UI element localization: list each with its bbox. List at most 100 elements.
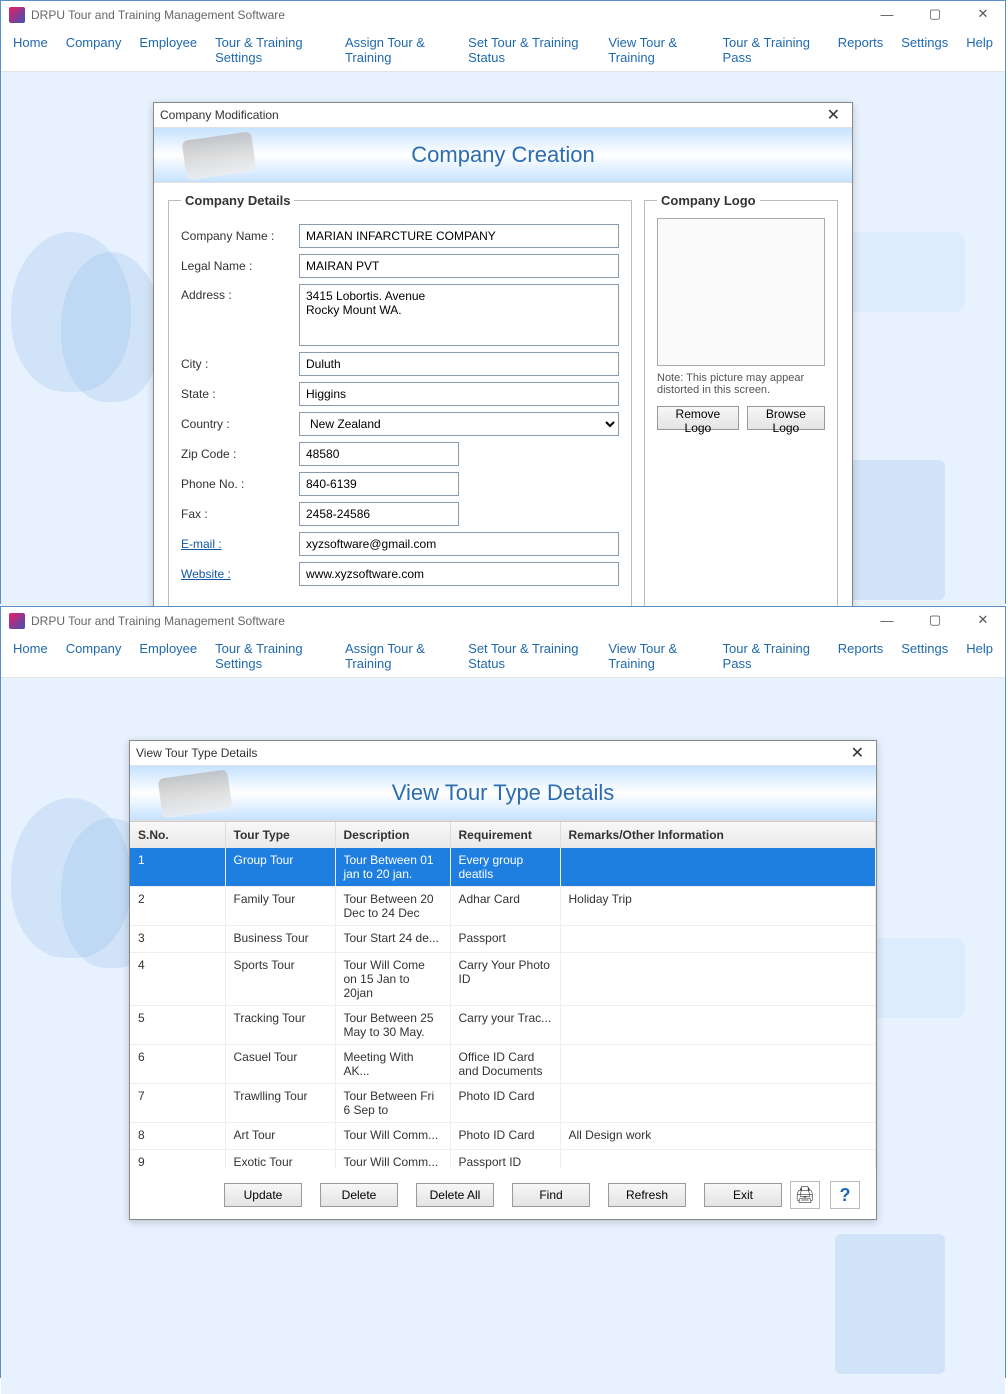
column-header[interactable]: Requirement [450,822,560,848]
menu-item-view-tour-training[interactable]: View Tour & Training [608,641,704,671]
remove-logo-button[interactable]: Remove Logo [657,406,739,430]
menu-item-assign-tour-training[interactable]: Assign Tour & Training [345,641,450,671]
dialog-title: Company Modification [160,108,279,122]
column-header[interactable]: S.No. [130,822,225,848]
label-legal-name: Legal Name : [181,259,299,273]
menu-item-home[interactable]: Home [13,35,48,65]
table-row[interactable]: 3Business TourTour Start 24 de...Passpor… [130,926,876,953]
menu-item-home[interactable]: Home [13,641,48,671]
dialog-close-icon[interactable]: ✕ [845,743,870,763]
delete-all-button[interactable]: Delete All [416,1183,494,1207]
maximize-button[interactable]: ▢ [917,609,953,631]
menu-item-help[interactable]: Help [966,641,993,671]
menu-item-reports[interactable]: Reports [838,35,884,65]
label-state: State : [181,387,299,401]
dialog-banner: View Tour Type Details [130,765,876,821]
minimize-button[interactable]: — [869,609,905,631]
banner-art-icon [158,769,233,818]
menu-item-employee[interactable]: Employee [139,35,197,65]
fax-field[interactable] [299,502,459,526]
logo-note: Note: This picture may appear distorted … [657,372,825,396]
table-row[interactable]: 4Sports TourTour Will Come on 15 Jan to … [130,953,876,1006]
dialog-title: View Tour Type Details [136,746,257,760]
table-row[interactable]: 8Art TourTour Will Comm...Photo ID CardA… [130,1123,876,1150]
label-website[interactable]: Website : [181,567,299,581]
menubar: Home Company Employee Tour & Training Setti… [1,635,1005,678]
menu-item-set-tour-training-status[interactable]: Set Tour & Training Status [468,35,590,65]
banner-title: Company Creation [411,142,594,168]
company-details-group: Company Details Company Name : Legal Nam… [168,193,632,607]
exit-button[interactable]: Exit [704,1183,782,1207]
browse-logo-button[interactable]: Browse Logo [747,406,825,430]
website-field[interactable] [299,562,619,586]
menu-item-employee[interactable]: Employee [139,641,197,671]
table-row[interactable]: 2Family TourTour Between 20 Dec to 24 De… [130,887,876,926]
menu-item-tour-training-pass[interactable]: Tour & Training Pass [723,35,820,65]
maximize-button[interactable]: ▢ [917,3,953,25]
column-header[interactable]: Description [335,822,450,848]
city-field[interactable] [299,352,619,376]
titlebar: DRPU Tour and Training Management Softwa… [1,607,1005,635]
tour-type-table[interactable]: S.No.Tour TypeDescriptionRequirementRema… [130,822,876,1169]
company-name-field[interactable] [299,224,619,248]
close-button[interactable]: ✕ [965,609,1001,631]
menu-item-help[interactable]: Help [966,35,993,65]
menu-item-reports[interactable]: Reports [838,641,884,671]
banner-title: View Tour Type Details [392,780,615,806]
address-field[interactable] [299,284,619,346]
workarea: View Tour Type Details ✕ View Tour Type … [1,678,1005,1394]
logo-preview [657,218,825,366]
email-field[interactable] [299,532,619,556]
table-row[interactable]: 1Group TourTour Between 01 jan to 20 jan… [130,848,876,887]
banner-art-icon [182,131,257,180]
country-select[interactable]: New Zealand [299,412,619,436]
delete-button[interactable]: Delete [320,1183,398,1207]
menu-item-tour-training-pass[interactable]: Tour & Training Pass [723,641,820,671]
label-zip: Zip Code : [181,447,299,461]
tour-type-table-wrap: S.No.Tour TypeDescriptionRequirementRema… [130,821,876,1169]
app-title: DRPU Tour and Training Management Softwa… [31,614,285,628]
company-details-legend: Company Details [181,193,294,208]
dialog-close-icon[interactable]: ✕ [821,105,846,125]
label-country: Country : [181,417,299,431]
menu-item-view-tour-training[interactable]: View Tour & Training [608,35,704,65]
table-row[interactable]: 5Tracking TourTour Between 25 May to 30 … [130,1006,876,1045]
state-field[interactable] [299,382,619,406]
print-icon[interactable]: 🖨 [790,1181,820,1209]
menu-item-settings[interactable]: Settings [901,35,948,65]
label-address: Address : [181,284,299,302]
app-icon [9,613,25,629]
column-header[interactable]: Remarks/Other Information [560,822,876,848]
label-phone: Phone No. : [181,477,299,491]
company-modification-dialog: Company Modification ✕ Company Creation … [153,102,853,620]
refresh-button[interactable]: Refresh [608,1183,686,1207]
label-email[interactable]: E-mail : [181,537,299,551]
menu-item-tour-training-settings[interactable]: Tour & Training Settings [215,35,327,65]
help-icon[interactable]: ? [830,1181,860,1209]
label-company-name: Company Name : [181,229,299,243]
menu-item-set-tour-training-status[interactable]: Set Tour & Training Status [468,641,590,671]
menubar: Home Company Employee Tour & Training Setti… [1,29,1005,72]
menu-item-assign-tour-training[interactable]: Assign Tour & Training [345,35,450,65]
menu-item-company[interactable]: Company [66,641,122,671]
minimize-button[interactable]: — [869,3,905,25]
menu-item-company[interactable]: Company [66,35,122,65]
main-window-1: DRPU Tour and Training Management Softwa… [0,0,1006,604]
workarea: Company Modification ✕ Company Creation … [1,72,1005,620]
view-tour-type-dialog: View Tour Type Details ✕ View Tour Type … [129,740,877,1220]
close-button[interactable]: ✕ [965,3,1001,25]
menu-item-tour-training-settings[interactable]: Tour & Training Settings [215,641,327,671]
menu-item-settings[interactable]: Settings [901,641,948,671]
table-row[interactable]: 9Exotic TourTour Will Comm...Passport ID [130,1150,876,1170]
app-title: DRPU Tour and Training Management Softwa… [31,8,285,22]
table-row[interactable]: 6Casuel TourMeeting With AK...Office ID … [130,1045,876,1084]
column-header[interactable]: Tour Type [225,822,335,848]
label-fax: Fax : [181,507,299,521]
zip-field[interactable] [299,442,459,466]
legal-name-field[interactable] [299,254,619,278]
table-row[interactable]: 7Trawlling TourTour Between Fri 6 Sep to… [130,1084,876,1123]
phone-field[interactable] [299,472,459,496]
company-logo-legend: Company Logo [657,193,760,208]
find-button[interactable]: Find [512,1183,590,1207]
update-button[interactable]: Update [224,1183,302,1207]
